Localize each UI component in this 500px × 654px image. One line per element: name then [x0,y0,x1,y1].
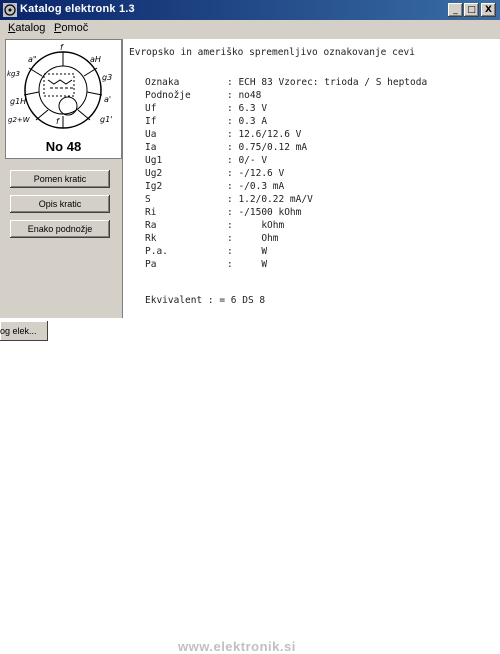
field-value: : no48 [227,90,262,101]
menu-katalog[interactable]: Katalog [8,22,45,34]
svg-text:f: f [60,43,64,52]
close-button[interactable]: X [481,3,496,17]
field-value: : W [227,246,268,257]
field-value: : 0.75/0.12 mA [227,142,308,153]
field-label: Ug2 [145,168,163,179]
tube-details-panel: Evropsko in ameriško spremenljivo oznako… [122,39,500,318]
field-label: Pa [145,259,157,270]
enako-podnozje-button[interactable]: Enako podnožje [10,220,110,238]
title-bar[interactable]: Katalog elektronk 1.3 _ □ X [0,0,500,20]
field-label: Ua [145,129,157,140]
tube-pinout-diagram: f a" aH kg3 g3 g1H a' g2+W g1' f No 48 [5,39,122,159]
field-value: : -/12.6 V [227,168,285,179]
menu-bar: Katalog Pomoč [0,20,500,38]
minimize-button[interactable]: _ [448,3,463,17]
field-value: : -/1500 kOhm [227,207,302,218]
field-value: : Ohm [227,233,279,244]
pomen-kratic-button[interactable]: Pomen kratic [10,170,110,188]
field-value: : W [227,259,268,270]
field-label: Ig2 [145,181,163,192]
field-label: Ri [145,207,157,218]
menu-pomoc[interactable]: Pomoč [54,22,88,34]
tube-caption: No 48 [45,139,82,154]
field-value: : -/0.3 mA [227,181,285,192]
field-label: Uf [145,103,157,114]
pinout-icon: f a" aH kg3 g3 g1H a' g2+W g1' f [7,43,112,129]
field-value: : 12.6/12.6 V [227,129,302,140]
details-header: Evropsko in ameriško spremenljivo oznako… [129,47,415,58]
site-watermark: www.elektronik.si [178,639,296,654]
field-value: : 1.2/0.22 mA/V [227,194,313,205]
maximize-button[interactable]: □ [464,3,479,17]
field-value: : 0/- V [227,155,268,166]
field-value: : 6.3 V [227,103,268,114]
field-label: If [145,116,157,127]
app-window: Katalog elektronk 1.3 _ □ X Katalog Pomo… [0,0,500,318]
svg-text:g2+W: g2+W [8,116,31,124]
svg-text:g1': g1' [100,115,112,124]
svg-text:g3: g3 [102,73,112,82]
svg-text:kg3: kg3 [7,70,20,78]
svg-text:a": a" [28,55,37,64]
field-label: Ug1 [145,155,163,166]
svg-text:f: f [56,117,60,126]
opis-kratic-button[interactable]: Opis kratic [10,195,110,213]
field-value: : kOhm [227,220,285,231]
svg-text:a': a' [104,95,111,104]
svg-text:g1H: g1H [10,97,26,106]
equivalent-line: Ekvivalent : = 6 DS 8 [145,295,266,306]
field-label: Oznaka [145,77,180,88]
field-label: Podnožje [145,90,191,101]
taskbar-app-button[interactable]: og elek... [0,321,48,341]
field-label: Ia [145,142,157,153]
app-icon [3,3,17,17]
svg-text:aH: aH [90,55,101,64]
field-label: S [145,194,151,205]
field-value: : ECH 83 Vzorec: trioda / S heptoda [227,77,428,88]
field-label: Ra [145,220,157,231]
taskbar: og elek... www.elektronik.si [0,318,500,654]
field-value: : 0.3 A [227,116,268,127]
window-title: Katalog elektronk 1.3 [20,3,135,15]
field-label: Rk [145,233,157,244]
field-label: P.a. [145,246,168,257]
